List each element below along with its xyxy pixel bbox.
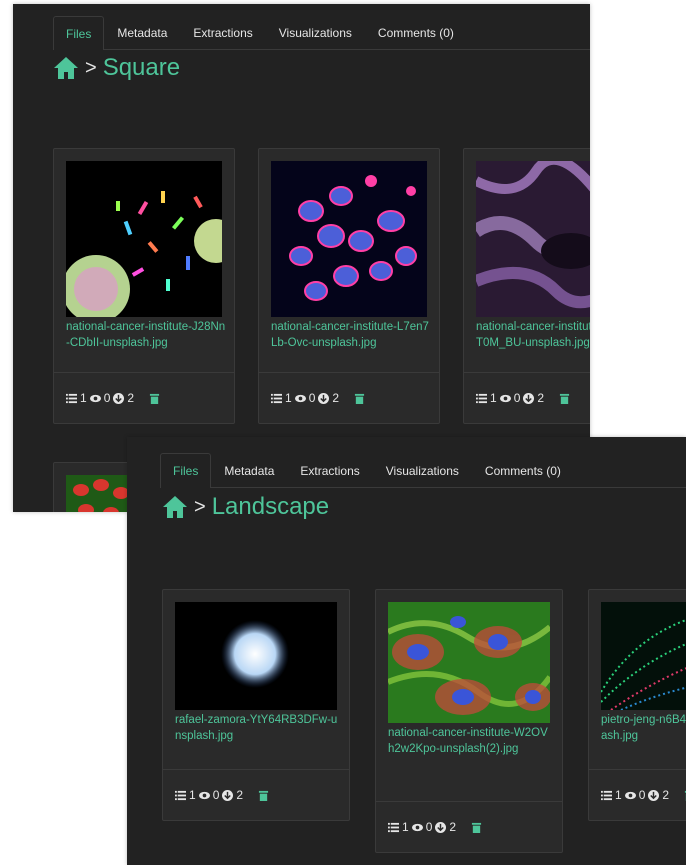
page-title: Square xyxy=(102,54,181,81)
eye-icon xyxy=(89,394,101,402)
file-card[interactable]: national-cancer-institute-W2OVh2w2Kpo-un… xyxy=(375,589,563,853)
file-thumbnail[interactable] xyxy=(271,161,427,317)
list-icon xyxy=(66,393,77,403)
file-thumbnail[interactable] xyxy=(175,602,337,710)
breadcrumb-separator: > xyxy=(85,56,97,79)
downloads-count: 2 xyxy=(127,391,135,405)
file-card[interactable]: rafael-zamora-YtY64RB3DFw-unsplash.jpg 1… xyxy=(162,589,350,821)
download-icon xyxy=(523,392,535,404)
eye-icon xyxy=(198,791,210,799)
file-stats: 1 0 2 xyxy=(163,769,349,820)
file-name-link[interactable]: national-cancer-institute-W2OVh2w2Kpo-un… xyxy=(388,725,554,757)
list-count: 1 xyxy=(189,788,196,802)
downloads-count: 2 xyxy=(662,788,670,802)
list-count: 1 xyxy=(615,788,622,802)
trash-icon[interactable] xyxy=(471,822,482,833)
list-icon xyxy=(175,790,186,800)
tab-comments[interactable]: Comments (0) xyxy=(472,453,574,487)
file-name-link[interactable]: national-cancer-institute-L7en7Lb-Ovc-un… xyxy=(271,319,431,351)
tab-metadata[interactable]: Metadata xyxy=(104,16,180,49)
eye-icon xyxy=(499,394,511,402)
download-icon xyxy=(648,789,660,801)
tab-files[interactable]: Files xyxy=(53,16,105,50)
downloads-count: 2 xyxy=(537,391,545,405)
file-stats: 1 0 2 xyxy=(464,372,590,423)
views-count: 0 xyxy=(103,391,111,405)
file-card[interactable]: pietro-jeng-n6B49lTx7NM-unsplash.jpg 1 0… xyxy=(588,589,686,821)
file-stats: 1 0 2 xyxy=(376,801,562,852)
downloads-count: 2 xyxy=(236,788,244,802)
file-stats: 1 0 2 xyxy=(54,372,234,423)
downloads-count: 2 xyxy=(332,391,340,405)
file-name-link[interactable]: rafael-zamora-YtY64RB3DFw-unsplash.jpg xyxy=(175,712,341,744)
tab-comments[interactable]: Comments (0) xyxy=(365,16,467,49)
views-count: 0 xyxy=(308,391,316,405)
file-card[interactable]: national-cancer-institute-L7en7Lb-Ovc-un… xyxy=(258,148,440,424)
list-icon xyxy=(601,790,612,800)
file-thumbnail[interactable] xyxy=(388,602,550,723)
home-icon[interactable] xyxy=(53,56,79,80)
list-icon xyxy=(388,822,399,832)
file-thumbnail[interactable] xyxy=(66,161,222,317)
tab-files[interactable]: Files xyxy=(160,453,212,488)
list-count: 1 xyxy=(490,391,497,405)
download-icon xyxy=(318,392,330,404)
page-title: Landscape xyxy=(211,493,330,520)
eye-icon xyxy=(294,394,306,402)
trash-icon[interactable] xyxy=(258,790,269,801)
square-collection-panel: Files Metadata Extractions Visualization… xyxy=(13,4,590,512)
tab-metadata[interactable]: Metadata xyxy=(211,453,287,487)
list-icon xyxy=(476,393,487,403)
views-count: 0 xyxy=(212,788,220,802)
file-thumbnail[interactable] xyxy=(476,161,590,317)
trash-icon[interactable] xyxy=(354,393,365,404)
eye-icon xyxy=(411,823,423,831)
breadcrumb: > Landscape xyxy=(162,493,329,521)
breadcrumb-separator: > xyxy=(194,495,206,518)
trash-icon[interactable] xyxy=(149,393,160,404)
file-name-link[interactable]: national-cancer-institute-J28Nn-CDbII-un… xyxy=(66,319,226,351)
tab-extractions[interactable]: Extractions xyxy=(287,453,372,487)
views-count: 0 xyxy=(638,788,646,802)
tab-bar: Files Metadata Extractions Visualization… xyxy=(160,453,686,488)
tab-extractions[interactable]: Extractions xyxy=(180,16,265,49)
file-stats: 1 0 2 xyxy=(259,372,439,423)
file-card[interactable]: national-cancer-institute-J28Nn-CDbII-un… xyxy=(53,148,235,424)
file-name-link[interactable]: national-cancer-institute-zoFbfT0M_BU-un… xyxy=(476,319,590,351)
download-icon xyxy=(113,392,125,404)
file-name-link[interactable]: pietro-jeng-n6B49lTx7NM-unsplash.jpg xyxy=(601,712,686,744)
tab-visualizations[interactable]: Visualizations xyxy=(373,453,472,487)
file-card[interactable]: national-cancer-institute-zoFbfT0M_BU-un… xyxy=(463,148,590,424)
list-count: 1 xyxy=(285,391,292,405)
list-icon xyxy=(271,393,282,403)
tab-visualizations[interactable]: Visualizations xyxy=(266,16,365,49)
eye-icon xyxy=(624,791,636,799)
trash-icon[interactable] xyxy=(559,393,570,404)
file-thumbnail[interactable] xyxy=(601,602,686,710)
views-count: 0 xyxy=(425,820,433,834)
download-icon xyxy=(435,821,447,833)
views-count: 0 xyxy=(513,391,521,405)
list-count: 1 xyxy=(80,391,87,405)
home-icon[interactable] xyxy=(162,495,188,519)
file-stats: 1 0 2 xyxy=(589,769,686,820)
list-count: 1 xyxy=(402,820,409,834)
landscape-collection-panel: Files Metadata Extractions Visualization… xyxy=(127,437,686,865)
downloads-count: 2 xyxy=(449,820,457,834)
download-icon xyxy=(222,789,234,801)
breadcrumb: > Square xyxy=(53,54,180,82)
tab-bar: Files Metadata Extractions Visualization… xyxy=(53,16,590,50)
